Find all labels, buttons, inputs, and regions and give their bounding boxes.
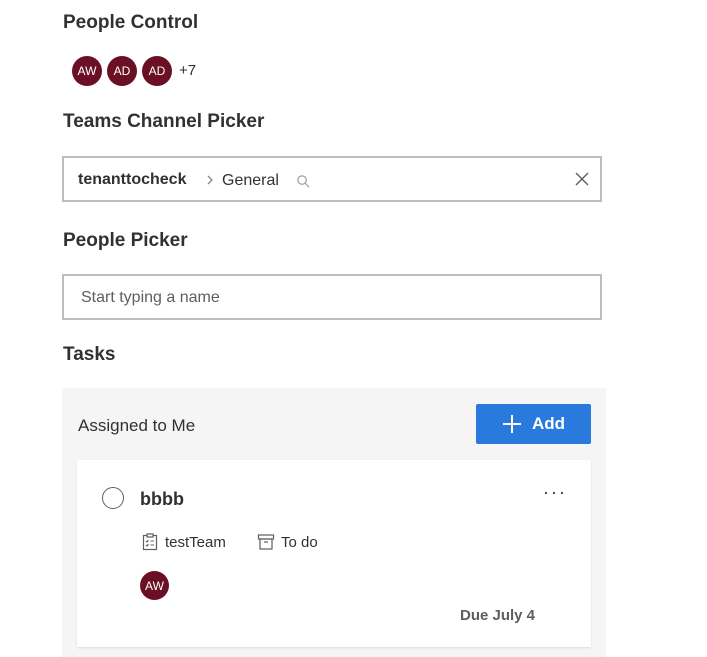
- task-plan-name: testTeam: [165, 534, 226, 551]
- task-title: bbbb: [140, 489, 184, 509]
- people-picker-placeholder: Start typing a name: [81, 289, 220, 306]
- channel-picker-heading: Teams Channel Picker: [63, 111, 265, 132]
- people-picker-heading: People Picker: [63, 230, 188, 251]
- task-assignee-avatar[interactable]: AW: [140, 571, 169, 600]
- clipboard-checklist-icon: [142, 533, 158, 551]
- channel-picker-input[interactable]: tenanttocheck General: [62, 156, 602, 202]
- more-options-icon[interactable]: ···: [543, 482, 567, 503]
- tasks-panel: Assigned to Me Add bbbb ··· testTeam To …: [62, 388, 606, 657]
- chevron-right-icon: [207, 175, 213, 185]
- more-people-count[interactable]: +7: [179, 62, 196, 79]
- people-control-heading: People Control: [63, 12, 199, 33]
- avatar[interactable]: AW: [72, 56, 102, 86]
- archive-box-icon: [257, 534, 275, 550]
- task-card[interactable]: bbbb ··· testTeam To do AW Due July 4: [77, 460, 591, 647]
- task-due-date: Due July 4: [460, 607, 536, 624]
- tasks-heading: Tasks: [63, 344, 116, 365]
- task-group-label: Assigned to Me: [78, 416, 196, 435]
- people-picker-input[interactable]: Start typing a name: [62, 274, 602, 320]
- avatar[interactable]: AD: [107, 56, 137, 86]
- plus-icon: [502, 415, 521, 433]
- close-icon[interactable]: [574, 171, 590, 187]
- avatar[interactable]: AD: [142, 56, 172, 86]
- add-task-label: Add: [531, 414, 566, 433]
- selected-team: tenanttocheck: [78, 171, 187, 188]
- task-bucket-name: To do: [281, 534, 318, 551]
- add-task-button[interactable]: Add: [476, 404, 591, 444]
- selected-channel: General: [222, 172, 279, 189]
- task-complete-checkbox[interactable]: [102, 487, 124, 509]
- search-icon: [297, 175, 310, 188]
